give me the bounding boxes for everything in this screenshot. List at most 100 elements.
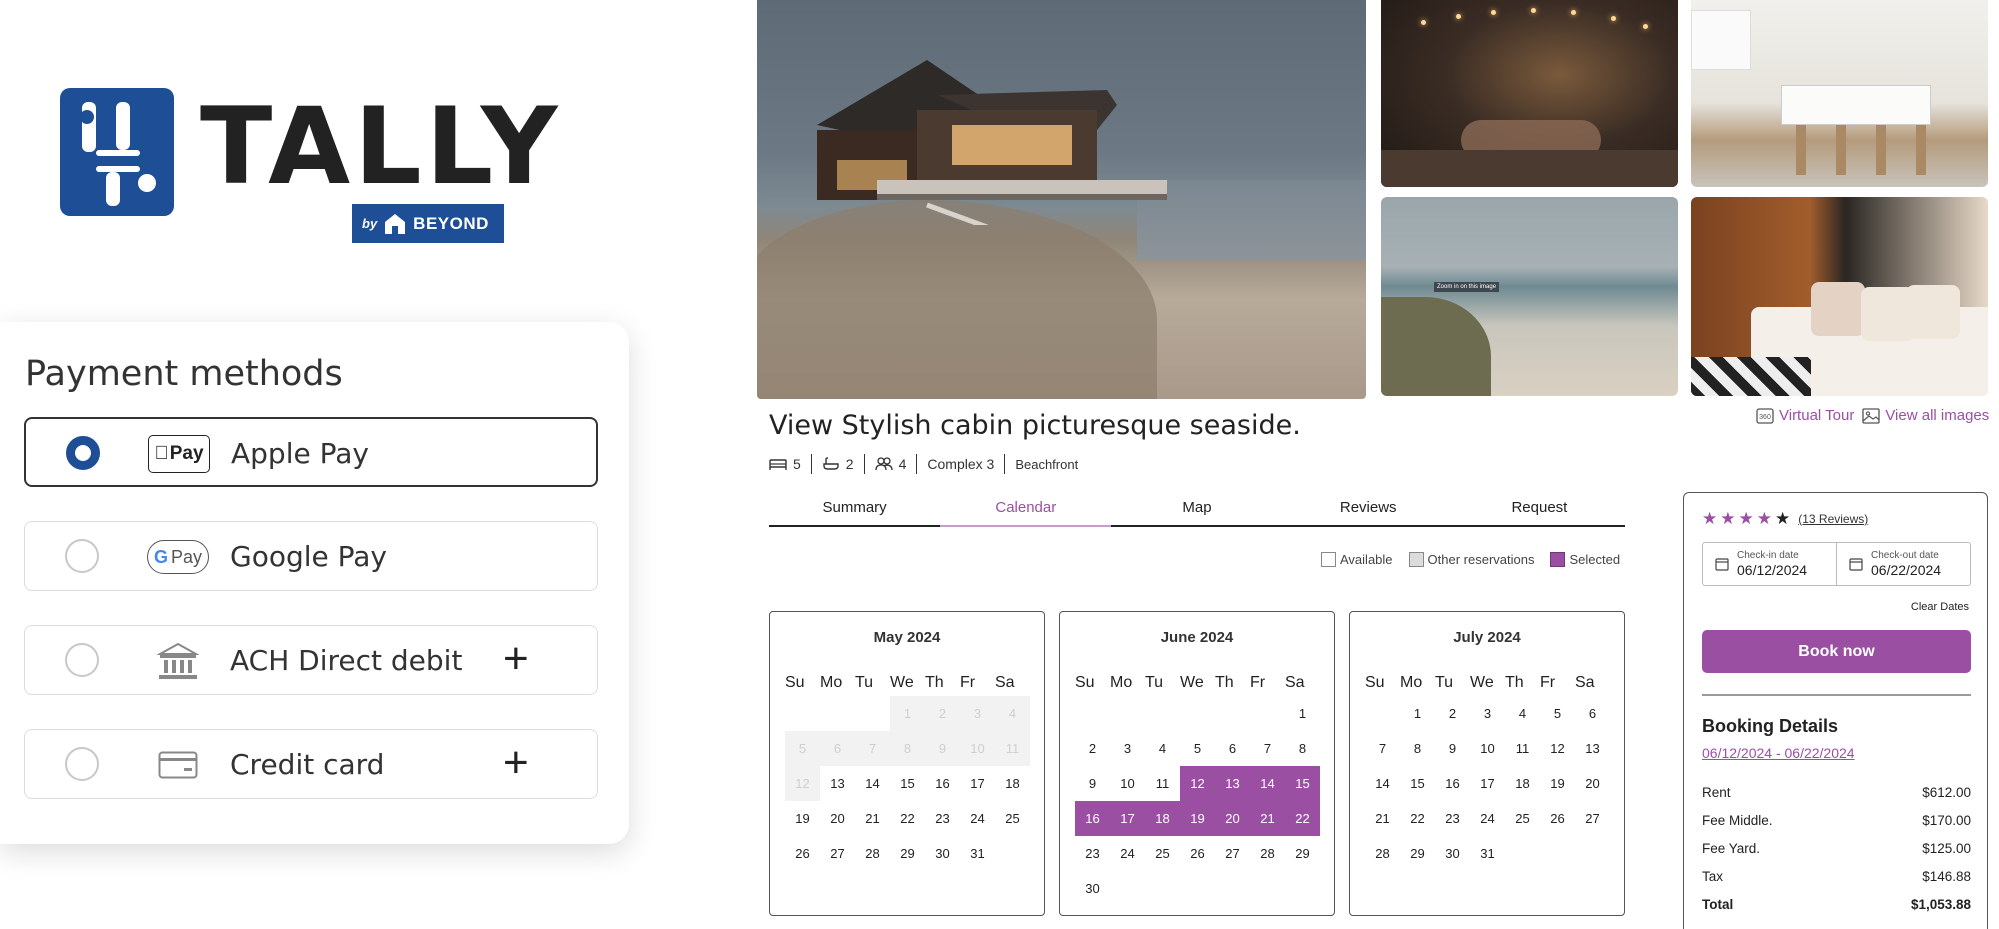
calendar-day[interactable]: 21	[855, 801, 890, 836]
credit-card-expand-plus-icon[interactable]: +	[503, 738, 529, 788]
calendar-day[interactable]: 9	[1075, 766, 1110, 801]
calendar-day[interactable]: 15	[890, 766, 925, 801]
calendar-day[interactable]: 26	[1540, 801, 1575, 836]
calendar-day[interactable]: 17	[960, 766, 995, 801]
calendar-day[interactable]: 27	[1215, 836, 1250, 871]
calendar-day[interactable]: 12	[1540, 731, 1575, 766]
calendar-day[interactable]: 1	[1400, 696, 1435, 731]
calendar-day[interactable]: 24	[960, 801, 995, 836]
calendar-day[interactable]: 28	[1250, 836, 1285, 871]
calendar-day[interactable]: 22	[1400, 801, 1435, 836]
calendar-day[interactable]: 5	[1540, 696, 1575, 731]
calendar-day[interactable]: 21	[1365, 801, 1400, 836]
calendar-day[interactable]: 12	[1180, 766, 1215, 801]
calendar-day[interactable]: 26	[785, 836, 820, 871]
calendar-day[interactable]: 19	[1180, 801, 1215, 836]
calendar-day[interactable]: 5	[1180, 731, 1215, 766]
calendar-day[interactable]: 30	[1435, 836, 1470, 871]
calendar-day[interactable]: 16	[1075, 801, 1110, 836]
calendar-day[interactable]: 30	[925, 836, 960, 871]
calendar-day[interactable]: 29	[890, 836, 925, 871]
calendar-day[interactable]: 25	[995, 801, 1030, 836]
view-all-images-link[interactable]: View all images	[1862, 407, 1989, 424]
calendar-day[interactable]: 22	[890, 801, 925, 836]
calendar-day[interactable]: 20	[1575, 766, 1610, 801]
ach-radio[interactable]	[65, 643, 99, 677]
calendar-day[interactable]: 29	[1400, 836, 1435, 871]
ach-expand-plus-icon[interactable]: +	[503, 634, 529, 684]
calendar-day[interactable]: 20	[1215, 801, 1250, 836]
virtual-tour-link[interactable]: 360 Virtual Tour	[1756, 407, 1854, 424]
clear-dates-button[interactable]: Clear Dates	[1911, 601, 1969, 613]
calendar-day[interactable]: 15	[1400, 766, 1435, 801]
calendar-day[interactable]: 16	[925, 766, 960, 801]
calendar-day[interactable]: 19	[785, 801, 820, 836]
calendar-day[interactable]: 11	[1145, 766, 1180, 801]
calendar-day[interactable]: 29	[1285, 836, 1320, 871]
calendar-day[interactable]: 15	[1285, 766, 1320, 801]
payment-option-credit-card[interactable]: Credit card +	[24, 729, 598, 799]
calendar-day[interactable]: 25	[1505, 801, 1540, 836]
calendar-day[interactable]: 4	[1505, 696, 1540, 731]
photo-patio-night[interactable]	[1381, 0, 1678, 187]
calendar-day[interactable]: 3	[1110, 731, 1145, 766]
calendar-day[interactable]: 9	[1435, 731, 1470, 766]
payment-option-google-pay[interactable]: G Pay Google Pay	[24, 521, 598, 591]
calendar-day[interactable]: 28	[1365, 836, 1400, 871]
booking-date-range-link[interactable]: 06/12/2024 - 06/22/2024	[1702, 745, 1855, 761]
checkout-field[interactable]: Check-out date 06/22/2024	[1836, 543, 1970, 585]
calendar-day[interactable]: 2	[1435, 696, 1470, 731]
calendar-day[interactable]: 30	[1075, 871, 1110, 906]
photo-bedroom[interactable]	[1691, 197, 1988, 396]
calendar-day[interactable]: 27	[820, 836, 855, 871]
checkin-field[interactable]: Check-in date 06/12/2024	[1703, 543, 1836, 585]
calendar-day[interactable]: 10	[1470, 731, 1505, 766]
calendar-day[interactable]: 23	[1075, 836, 1110, 871]
calendar-day[interactable]: 26	[1180, 836, 1215, 871]
calendar-day[interactable]: 28	[855, 836, 890, 871]
calendar-day[interactable]: 13	[820, 766, 855, 801]
calendar-day[interactable]: 8	[1400, 731, 1435, 766]
reviews-link[interactable]: (13 Reviews)	[1798, 512, 1868, 526]
calendar-day[interactable]: 31	[960, 836, 995, 871]
calendar-day[interactable]: 13	[1215, 766, 1250, 801]
tab-request[interactable]: Request	[1454, 497, 1625, 525]
calendar-day[interactable]: 14	[1250, 766, 1285, 801]
calendar-day[interactable]: 7	[1365, 731, 1400, 766]
calendar-day[interactable]: 16	[1435, 766, 1470, 801]
calendar-day[interactable]: 1	[1285, 696, 1320, 731]
calendar-day[interactable]: 6	[1215, 731, 1250, 766]
calendar-day[interactable]: 23	[1435, 801, 1470, 836]
photo-coastline[interactable]: Zoom in on this image	[1381, 197, 1678, 396]
calendar-day[interactable]: 4	[1145, 731, 1180, 766]
calendar-day[interactable]: 24	[1470, 801, 1505, 836]
calendar-day[interactable]: 10	[1110, 766, 1145, 801]
calendar-day[interactable]: 23	[925, 801, 960, 836]
calendar-day[interactable]: 17	[1470, 766, 1505, 801]
calendar-day[interactable]: 25	[1145, 836, 1180, 871]
calendar-day[interactable]: 14	[855, 766, 890, 801]
calendar-day[interactable]: 18	[1505, 766, 1540, 801]
calendar-day[interactable]: 22	[1285, 801, 1320, 836]
calendar-day[interactable]: 3	[1470, 696, 1505, 731]
calendar-day[interactable]: 7	[1250, 731, 1285, 766]
photo-kitchen[interactable]	[1691, 0, 1988, 187]
calendar-day[interactable]: 2	[1075, 731, 1110, 766]
credit-card-radio[interactable]	[65, 747, 99, 781]
apple-pay-radio[interactable]	[66, 436, 100, 470]
google-pay-radio[interactable]	[65, 539, 99, 573]
calendar-day[interactable]: 13	[1575, 731, 1610, 766]
tab-summary[interactable]: Summary	[769, 497, 940, 525]
calendar-day[interactable]: 11	[1505, 731, 1540, 766]
payment-option-ach[interactable]: ACH Direct debit +	[24, 625, 598, 695]
main-photo-beach-cabin[interactable]	[757, 0, 1366, 399]
book-now-button[interactable]: Book now	[1702, 630, 1971, 673]
calendar-day[interactable]: 8	[1285, 731, 1320, 766]
calendar-day[interactable]: 17	[1110, 801, 1145, 836]
tab-calendar[interactable]: Calendar	[940, 497, 1112, 527]
calendar-day[interactable]: 27	[1575, 801, 1610, 836]
calendar-day[interactable]: 19	[1540, 766, 1575, 801]
calendar-day[interactable]: 18	[1145, 801, 1180, 836]
tab-reviews[interactable]: Reviews	[1283, 497, 1454, 525]
tab-map[interactable]: Map	[1111, 497, 1282, 525]
